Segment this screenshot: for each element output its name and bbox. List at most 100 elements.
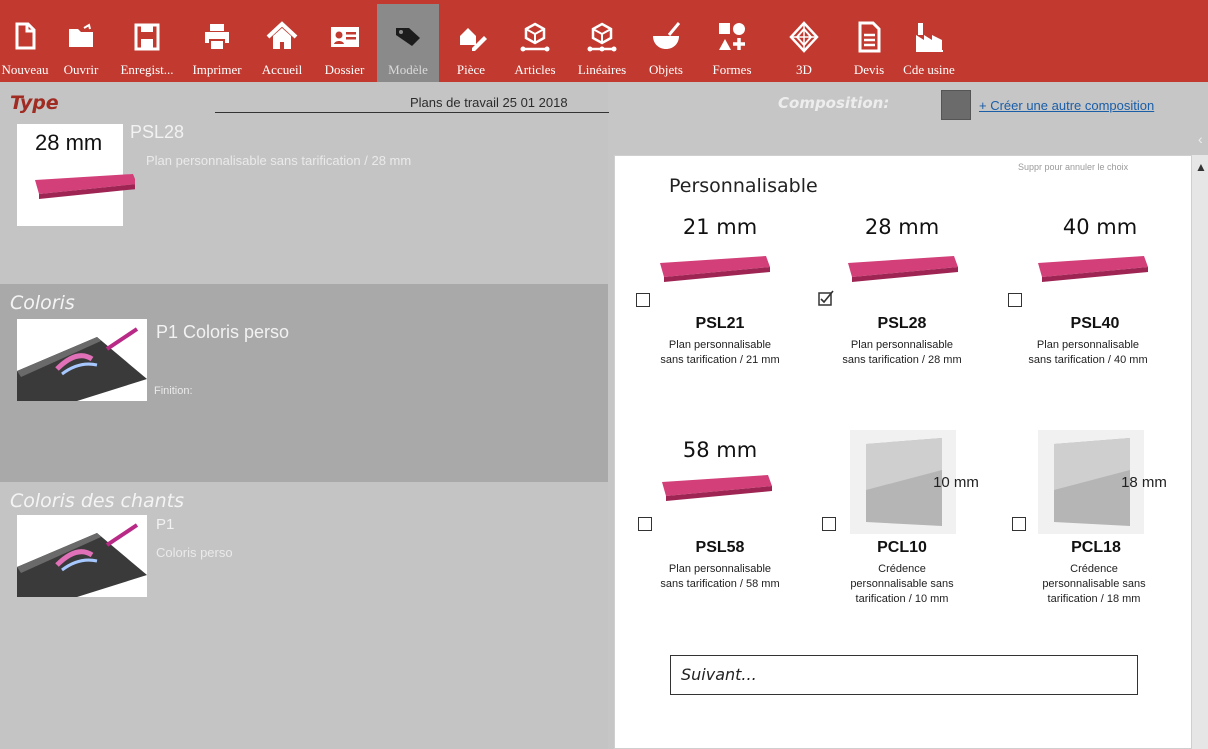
composition-swatch[interactable] (941, 90, 971, 120)
ouvrir-label: Ouvrir (63, 62, 99, 77)
accueil-label: Accueil (261, 62, 303, 77)
cde-usine-label: Cde usine (903, 62, 955, 77)
panel-scrollbar[interactable] (1192, 155, 1208, 749)
dossier-button[interactable]: Dossier (312, 4, 377, 82)
collapse-arrow-icon[interactable]: ‹ (1198, 131, 1203, 147)
option-psl28[interactable]: 28 mm PSL28 Plan personnalisable sans tar… (812, 210, 992, 380)
type-thumbnail[interactable]: 28 mm (17, 124, 135, 226)
type-title: Type (10, 92, 59, 114)
cube-3d-icon (787, 20, 821, 54)
option-code: PSL28 (877, 315, 927, 332)
enregistrer-button[interactable]: Enregist... (112, 4, 182, 82)
chants-section[interactable]: Coloris des chants P1 Coloris perso (0, 482, 608, 749)
dossier-label: Dossier (324, 62, 365, 77)
slab-image (1038, 256, 1148, 282)
option-code: PCL18 (1071, 539, 1121, 556)
option-code: PCL10 (877, 539, 927, 556)
nouveau-button[interactable]: Nouveau (0, 4, 50, 82)
cde-usine-button[interactable]: Cde usine (899, 4, 959, 82)
save-icon (130, 20, 164, 54)
option-checkbox[interactable] (638, 517, 652, 531)
coloris-name: P1 Coloris perso (156, 322, 290, 342)
3d-button[interactable]: 3D (769, 4, 839, 82)
chants-code: P1 (156, 516, 175, 533)
imprimer-button[interactable]: Imprimer (182, 4, 252, 82)
lineaires-label: Linéaires (577, 62, 627, 77)
coloris-title: Coloris (10, 292, 75, 314)
id-card-icon (328, 20, 362, 54)
devis-label: Devis (853, 62, 885, 77)
chants-thumbnail[interactable] (17, 515, 147, 597)
bowl-icon (649, 20, 683, 54)
option-pcl18[interactable]: 18 mm PCL18 Crédence personnalisable sans… (1000, 430, 1180, 620)
articles-button[interactable]: Articles (503, 4, 567, 82)
ouvrir-button[interactable]: Ouvrir (50, 4, 112, 82)
scroll-up-icon[interactable]: ▲ (1195, 160, 1207, 174)
plate-image: 18 mm (1038, 430, 1167, 534)
option-checkbox[interactable] (822, 517, 836, 531)
panel-title: Personnalisable (669, 175, 818, 197)
type-section[interactable]: Type Plans de travail 25 01 2018 28 mm P… (0, 82, 609, 284)
slab-image (660, 256, 770, 282)
accueil-button[interactable]: Accueil (252, 4, 312, 82)
chants-image (17, 515, 147, 597)
objets-label: Objets (649, 62, 683, 77)
linear-box-icon (585, 20, 619, 54)
type-caption: Plans de travail 25 01 2018 (410, 95, 568, 110)
plate-image: 10 mm (850, 430, 979, 534)
option-mm-label: 28 mm (864, 215, 940, 239)
box-arrow-icon (518, 20, 552, 54)
coloris-image (17, 319, 147, 401)
quote-document-icon (852, 20, 886, 54)
option-description: Plan personnalisable sans tarification / … (660, 563, 780, 590)
coloris-thumbnail[interactable] (17, 319, 147, 401)
enregistrer-label: Enregist... (120, 62, 174, 77)
piece-label: Pièce (456, 62, 486, 77)
new-document-icon (8, 20, 42, 54)
plate-mm-label: 10 mm (933, 474, 979, 491)
formes-label: Formes (712, 62, 752, 77)
home-icon (265, 20, 299, 54)
articles-label: Articles (514, 62, 556, 77)
shapes-icon (715, 20, 749, 54)
finition-label: Finition: (154, 385, 193, 397)
slab-image (35, 174, 135, 199)
modele-button[interactable]: Modèle (377, 4, 439, 82)
next-label: Suivant... (681, 665, 757, 684)
option-description: Plan personnalisable sans tarification / … (660, 339, 780, 366)
modele-label: Modèle (388, 62, 428, 77)
room-pencil-icon (454, 20, 488, 54)
option-description: Plan personnalisable sans tarification / … (1028, 339, 1148, 366)
option-checkbox[interactable] (1012, 517, 1026, 531)
coloris-section[interactable]: Coloris P1 Coloris perso Finition: (0, 284, 608, 482)
option-description: Crédence personnalisable sans tarification… (850, 563, 954, 605)
option-checkbox[interactable] (636, 293, 650, 307)
slab-image (662, 475, 772, 501)
chants-name: Coloris perso (156, 545, 233, 560)
suppr-hint: Suppr pour annuler le choix (1018, 162, 1129, 172)
formes-button[interactable]: Formes (695, 4, 769, 82)
lineaires-button[interactable]: Linéaires (567, 4, 637, 82)
objets-button[interactable]: Objets (637, 4, 695, 82)
composition-label: Composition: (778, 94, 890, 112)
nouveau-label: Nouveau (1, 62, 49, 77)
piece-button[interactable]: Pièce (439, 4, 503, 82)
factory-icon (912, 20, 946, 54)
devis-button[interactable]: Devis (839, 4, 899, 82)
option-description: Crédence personnalisable sans tarification… (1042, 563, 1146, 605)
create-composition-link[interactable]: + Créer une autre composition (979, 98, 1154, 113)
chants-title: Coloris des chants (10, 490, 185, 512)
option-pcl10[interactable]: 10 mm PCL10 Crédence personnalisable sans… (812, 430, 992, 620)
option-code: PSL40 (1070, 315, 1120, 332)
3d-label: 3D (796, 62, 812, 77)
option-mm-label: 40 mm (1062, 215, 1138, 239)
plate-mm-label: 18 mm (1121, 474, 1167, 491)
option-psl40[interactable]: 40 mm PSL40 Plan personnalisable sans tar… (1000, 210, 1180, 380)
next-button[interactable]: Suivant... (670, 655, 1138, 695)
option-psl58[interactable]: 58 mm PSL58 Plan personnalisable sans tar… (630, 435, 810, 605)
imprimer-label: Imprimer (192, 62, 242, 77)
option-checkbox-checked[interactable] (818, 290, 834, 306)
option-checkbox[interactable] (1008, 293, 1022, 307)
type-description: Plan personnalisable sans tarification /… (146, 153, 412, 168)
option-psl21[interactable]: 21 mm PSL21 Plan personnalisable sans tar… (630, 210, 810, 380)
